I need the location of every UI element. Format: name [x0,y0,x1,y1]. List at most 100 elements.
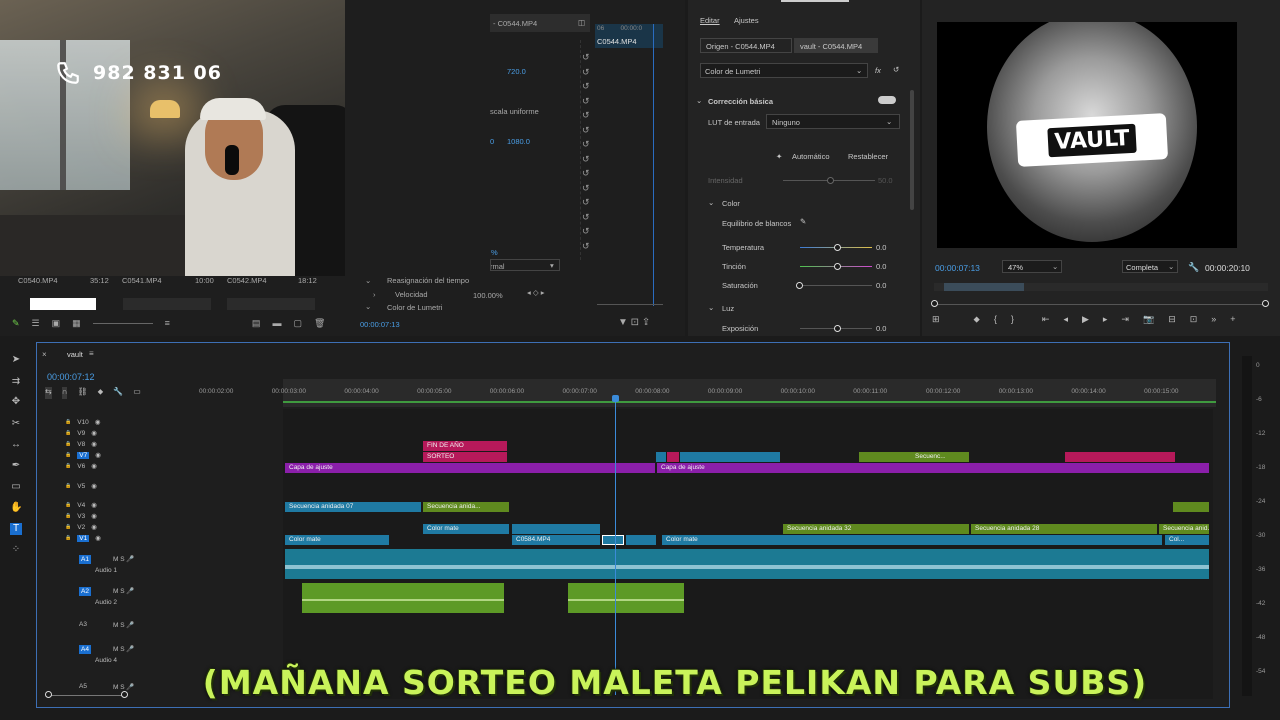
timeline-timecode[interactable]: 00:00:07:12 [47,372,95,382]
track-name[interactable]: V5 [77,483,85,490]
add-icon[interactable]: + [1230,314,1235,328]
chevron-right-icon[interactable]: › [373,290,376,299]
video-track-header[interactable]: 🔒 V9 ◉ [65,428,145,438]
thumb-name[interactable]: C0541.MP4 [122,276,162,285]
track-controls[interactable]: M S 🎤 [113,555,134,563]
program-preview[interactable]: VAULT [937,22,1237,248]
clip-capa-ajuste[interactable]: Capa de ajuste [657,463,1209,473]
playhead-handle[interactable] [612,395,619,402]
scrollbar[interactable] [910,90,914,210]
lock-icon[interactable]: 🔒 [65,502,71,508]
clip[interactable] [680,452,780,462]
lift-icon[interactable]: ⊟ [1168,314,1176,328]
fx-playhead[interactable] [653,24,654,306]
clip[interactable] [626,535,656,545]
track-name[interactable]: A3 [79,621,87,628]
track-name[interactable]: A1 [79,555,91,564]
chevron-down-icon[interactable]: ⌄ [365,276,371,285]
slider-knob[interactable] [834,263,841,270]
sort-icon[interactable]: ≡ [165,318,170,328]
clip-seq-anida[interactable]: Secuencia anida... [423,502,509,512]
clip[interactable] [512,524,600,534]
camera-icon[interactable]: 📷 [1143,314,1154,328]
caption-icon[interactable]: ⁘ [10,544,22,556]
chevron-down-icon[interactable]: ⌄ [708,303,714,312]
track-name[interactable]: V1 [77,534,90,542]
slider-knob[interactable] [834,325,841,332]
effect-select[interactable]: Color de Lumetri [705,67,760,76]
clip-sorteo[interactable]: SORTEO [423,452,507,462]
mark-in-icon[interactable]: { [994,314,997,328]
nest-icon[interactable]: ⇆ [45,387,52,399]
freeform-view-icon[interactable]: ▦ [72,318,81,328]
source-origin[interactable]: Origen - C0544.MP4 [706,42,775,51]
filter-icon[interactable]: ▼ ⊡ ⇪ [618,317,650,328]
video-track-header[interactable]: 🔒 V5 ◉ [65,481,145,491]
anchor-value-0[interactable]: 0 [490,137,494,146]
clip-color-mate-b[interactable]: Color mate [662,535,1162,545]
thumb-name[interactable]: C0540.MP4 [18,276,58,285]
lut-value[interactable]: Ninguno [772,118,800,127]
track-name[interactable]: V4 [77,502,85,509]
fx-scroll[interactable] [597,304,663,305]
new-bin-icon[interactable]: ▬ [272,318,281,328]
luz-section[interactable]: Luz [722,304,734,313]
audio-clip-a2b[interactable] [568,583,684,613]
fx-icon[interactable]: fx [875,66,881,75]
close-icon[interactable]: × [42,350,47,359]
track-controls[interactable]: M S 🎤 [113,587,134,595]
track-name[interactable]: V9 [77,430,85,437]
selection-tool-icon[interactable]: ➤ [10,354,22,366]
go-to-out-icon[interactable]: ⇥ [1121,314,1129,328]
extract-icon[interactable]: ⊡ [1190,314,1198,328]
rectangle-icon[interactable]: ▭ [10,481,22,493]
monitor-timecode[interactable]: 00:00:07:13 [935,263,980,273]
track-name[interactable]: A4 [79,645,91,654]
pencil-icon[interactable]: ✎ [12,318,20,328]
scroll-handle[interactable] [931,300,938,307]
lock-icon[interactable]: 🔒 [65,430,71,436]
eye-icon[interactable]: ◉ [91,482,97,490]
video-track-header[interactable]: 🔒 V8 ◉ [65,439,145,449]
eye-icon[interactable]: ◉ [91,512,97,520]
clip-fin-de-ano[interactable]: FIN DE AÑO [423,441,507,451]
chevron-down-icon[interactable]: ⌄ [696,96,702,105]
video-track-header[interactable]: 🔒 V4 ◉ [65,500,145,510]
thumbnail[interactable] [123,298,211,310]
lock-icon[interactable]: 🔒 [65,483,71,489]
play-icon[interactable]: ▶ [1082,314,1089,328]
toggle-switch[interactable] [878,96,896,104]
temp-value[interactable]: 0.0 [876,243,886,252]
fx-timecode[interactable]: 00:00:07:13 [360,320,400,329]
clip-c0584[interactable]: C0584.MP4 [512,535,600,545]
eye-icon[interactable]: ◉ [95,418,101,426]
eyedropper-icon[interactable]: ✎ [800,217,806,226]
auto-button[interactable]: Automático [792,152,830,161]
clip-seq-anid[interactable]: Secuencia anid... [1159,524,1209,534]
lock-icon[interactable]: 🔒 [65,513,71,519]
clip-col[interactable]: Col... [1165,535,1209,545]
slider-knob[interactable] [827,177,834,184]
video-track-header[interactable]: 🔒 V10 ◉ [65,417,145,427]
captions-icon[interactable]: ▭ [133,387,141,399]
lock-icon[interactable]: 🔒 [65,463,71,469]
eye-icon[interactable]: ◉ [91,523,97,531]
lock-icon[interactable]: 🔒 [65,441,71,447]
monitor-in-out-range[interactable] [944,283,1024,291]
eye-icon[interactable]: ◉ [95,451,101,459]
menu-icon[interactable]: ≡ [89,349,94,358]
razor-icon[interactable]: ✂ [10,418,22,430]
selected-clip[interactable] [602,535,624,545]
position-value[interactable]: 720.0 [507,67,526,76]
intensidad-value[interactable]: 50.0 [878,176,893,185]
tab-editar[interactable]: Editar [700,16,720,25]
scroll-handle[interactable] [1262,300,1269,307]
slip-icon[interactable]: ↔ [10,439,22,451]
clip[interactable] [1065,452,1175,462]
mark-out-icon[interactable]: } [1011,314,1014,328]
track-name[interactable]: V3 [77,513,85,520]
settings-icon[interactable]: 🔧 [113,387,123,399]
reset-icons[interactable]: ↺ ↺ ↺ ↺ ↺ ↺ ↺ ↺ ↺ ↺ ↺ ↺ ↺ ↺ [582,50,590,253]
track-select-icon[interactable]: ⇉ [10,376,22,388]
sequence-tab[interactable]: vault [67,350,83,359]
